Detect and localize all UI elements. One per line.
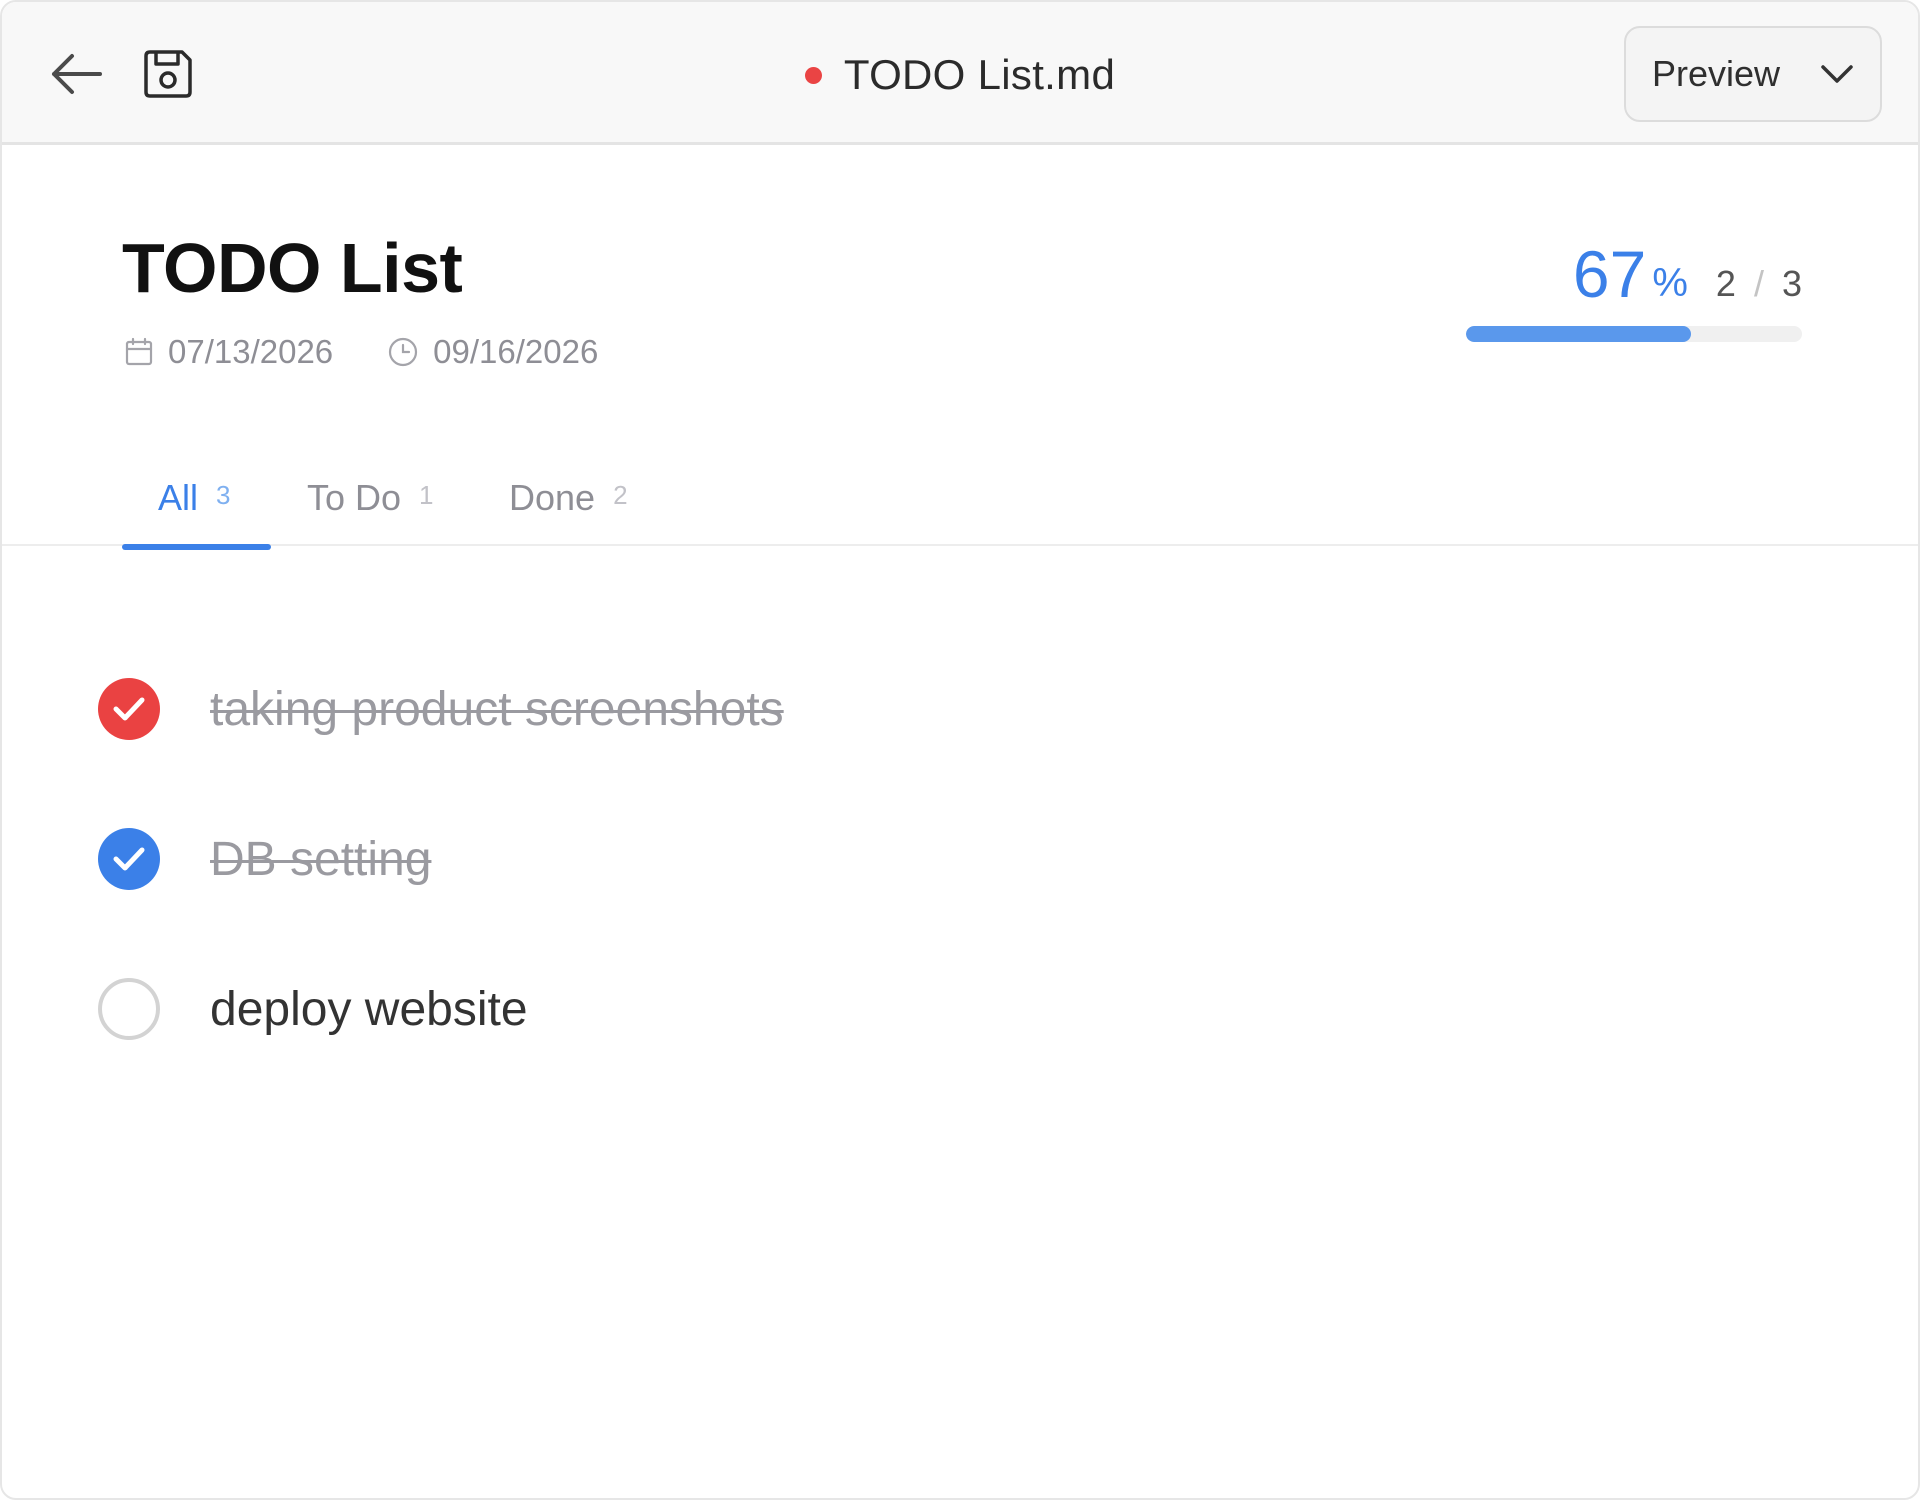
modified-date-text: 09/16/2026	[433, 333, 599, 370]
tab-count: 1	[419, 479, 434, 510]
count-separator: /	[1753, 263, 1764, 304]
task-text: DB setting	[210, 832, 432, 886]
progress-bar	[1466, 326, 1802, 342]
progress-percent: 67	[1572, 237, 1647, 311]
active-tab-indicator	[122, 544, 271, 550]
tab-done[interactable]: Done 2	[509, 450, 628, 546]
tab-label: To Do	[307, 477, 402, 518]
check-icon	[113, 847, 145, 871]
task-item[interactable]: deploy website	[98, 976, 1298, 1042]
document-dates: 07/13/2026 09/16/2026	[124, 332, 598, 372]
file-title: TODO List.md	[843, 51, 1116, 98]
progress-numbers: 67 % 2 / 3	[1573, 227, 1802, 307]
total-count: 3	[1781, 263, 1802, 304]
tab-to-do[interactable]: To Do 1	[307, 450, 434, 546]
task-checkbox[interactable]	[98, 828, 160, 890]
chevron-down-icon	[1821, 65, 1853, 83]
progress-percent-sign: %	[1652, 261, 1688, 305]
top-bar: TODO List.md Preview	[2, 2, 1918, 145]
app-window: TODO List.md Preview TODO List 07/13/202…	[0, 0, 1920, 1500]
task-text: taking product screenshots	[210, 682, 784, 736]
task-checkbox[interactable]	[98, 978, 160, 1040]
clock-icon	[389, 337, 418, 367]
check-icon	[113, 697, 145, 721]
tab-all[interactable]: All 3	[158, 450, 230, 546]
view-mode-label: Preview	[1652, 53, 1781, 94]
task-checkbox[interactable]	[98, 678, 160, 740]
tab-count: 3	[216, 479, 231, 510]
filter-tabs: All 3 To Do 1 Done 2	[2, 450, 1918, 546]
task-item[interactable]: DB setting	[98, 826, 1298, 892]
done-count: 2	[1715, 263, 1736, 304]
created-date: 07/13/2026	[124, 333, 333, 371]
tab-count: 2	[613, 479, 628, 510]
task-item[interactable]: taking product screenshots	[98, 676, 1298, 742]
calendar-icon	[125, 337, 153, 366]
progress-bar-fill	[1466, 326, 1692, 342]
page-title: TODO List	[122, 229, 463, 307]
tab-label: All	[158, 477, 199, 518]
view-mode-select[interactable]: Preview	[1624, 26, 1882, 122]
task-text: deploy website	[210, 982, 528, 1036]
progress-summary: 67 % 2 / 3	[1466, 227, 1802, 347]
unsaved-indicator	[804, 66, 822, 84]
tab-label: Done	[509, 477, 596, 518]
modified-date: 09/16/2026	[387, 333, 598, 371]
created-date-text: 07/13/2026	[168, 333, 334, 370]
